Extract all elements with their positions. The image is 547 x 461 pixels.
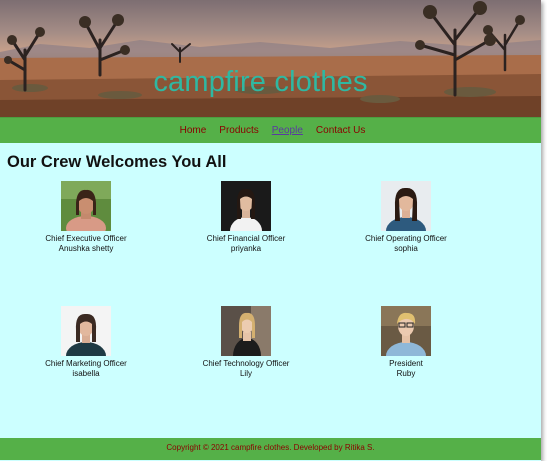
crew-card-president: President Ruby	[346, 306, 466, 378]
copyright-text: Copyright © 2021 campfire clothes. Devel…	[166, 443, 375, 452]
member-name: Lily	[239, 368, 252, 378]
main-nav: Home Products People Contact Us	[0, 117, 541, 143]
member-title: Chief Technology Officer	[202, 359, 290, 368]
member-name: sophia	[394, 243, 418, 253]
crew-card-cmo: Chief Marketing Officer isabella	[26, 306, 146, 378]
member-title: Chief Operating Officer	[365, 234, 447, 243]
nav-link-contact-us[interactable]: Contact Us	[316, 125, 365, 136]
footer: Copyright © 2021 campfire clothes. Devel…	[0, 438, 541, 460]
crew-card-ceo: Chief Executive Officer Anushka shetty	[26, 181, 146, 253]
member-title: President	[389, 359, 423, 368]
nav-link-home[interactable]: Home	[180, 125, 207, 136]
crew-card-cfo: Chief Financial Officer priyanka	[186, 181, 306, 253]
ceo-photo	[61, 181, 111, 231]
member-title: Chief Financial Officer	[206, 234, 286, 243]
nav-link-products[interactable]: Products	[219, 125, 258, 136]
member-name: Anushka shetty	[58, 243, 114, 253]
member-name: isabella	[72, 368, 100, 378]
crew-section: Our Crew Welcomes You All Chief Executiv…	[0, 143, 541, 436]
member-name: Ruby	[396, 368, 416, 378]
member-name: priyanka	[230, 243, 262, 253]
coo-photo	[381, 181, 431, 231]
brand-title: campfire clothes	[153, 66, 368, 98]
header-banner: campfire clothes	[0, 0, 541, 117]
page: campfire clothes Home Products People Co…	[0, 0, 541, 461]
cmo-photo	[61, 306, 111, 356]
desert-banner-image	[0, 1, 541, 117]
crew-card-coo: Chief Operating Officer sophia	[346, 181, 466, 253]
crew-card-cto: Chief Technology Officer Lily	[186, 306, 306, 378]
cfo-photo	[221, 181, 271, 231]
cto-photo	[221, 306, 271, 356]
nav-link-people[interactable]: People	[272, 125, 303, 136]
president-photo	[381, 306, 431, 356]
page-title: Our Crew Welcomes You All	[7, 153, 227, 171]
member-title: Chief Marketing Officer	[45, 359, 127, 368]
member-title: Chief Executive Officer	[45, 234, 127, 243]
